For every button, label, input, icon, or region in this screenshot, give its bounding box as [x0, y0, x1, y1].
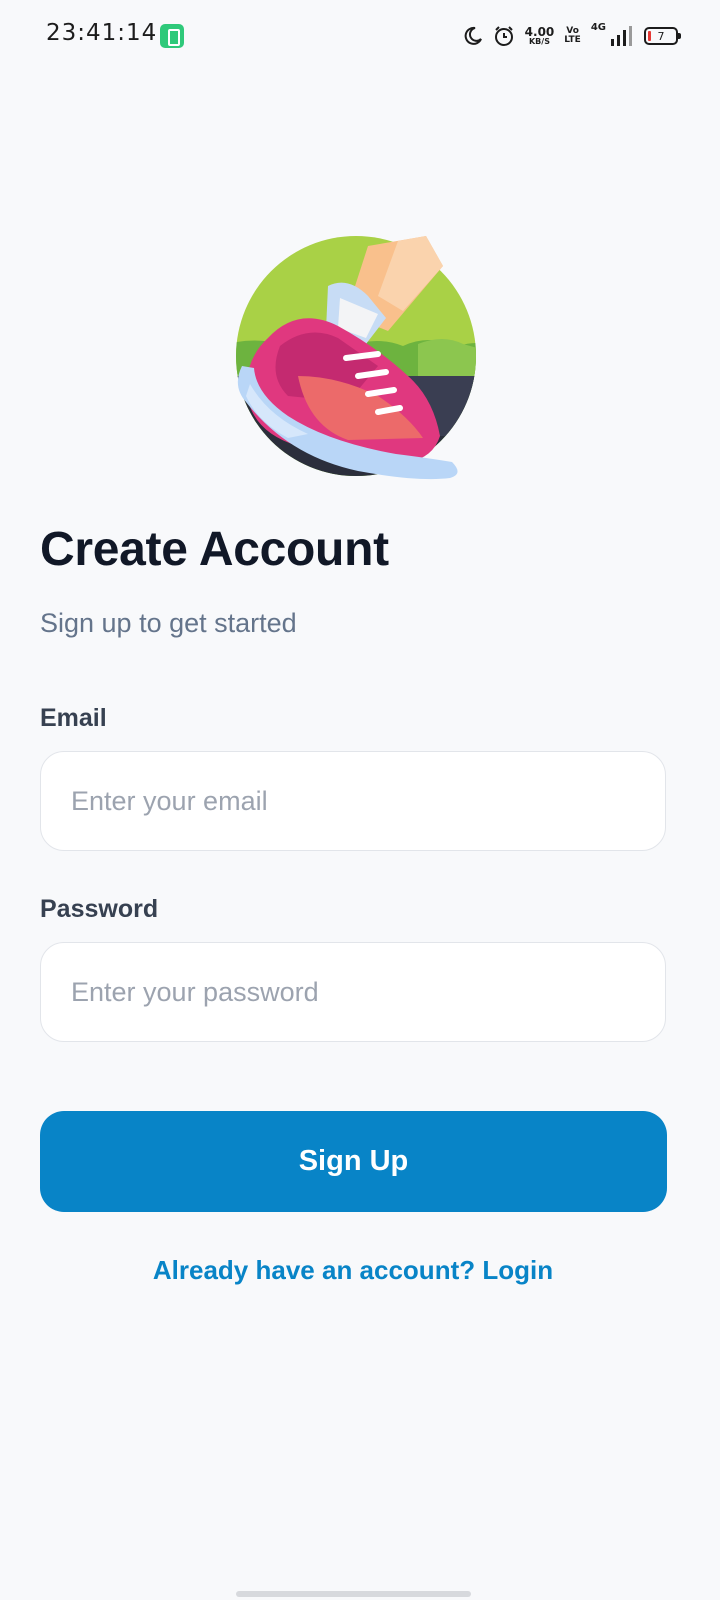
signal-icon — [611, 26, 632, 46]
alarm-icon — [494, 26, 513, 46]
volte-bottom: LTE — [564, 35, 581, 45]
running-shoe-illustration — [236, 236, 476, 480]
battery-icon: 7 — [644, 27, 681, 45]
page-title: Create Account — [40, 523, 389, 576]
network-type: 4G — [590, 22, 606, 33]
network-speed-unit: KB/S — [528, 37, 550, 46]
status-time: 23:41:14 — [46, 20, 158, 46]
password-label: Password — [40, 895, 159, 923]
sign-up-button[interactable]: Sign Up — [40, 1111, 667, 1212]
status-bar: 23:41:14 4.00 KB/S Vo LTE 4G 7 — [0, 0, 720, 72]
signup-screen: 23:41:14 4.00 KB/S Vo LTE 4G 7 Create Ac… — [0, 0, 720, 1600]
home-indicator[interactable] — [236, 1591, 471, 1597]
moon-icon — [464, 26, 482, 45]
app-notification-icon — [160, 24, 184, 48]
status-icons: 4.00 KB/S Vo LTE 4G 7 — [463, 22, 681, 50]
network-speed: 4.00 KB/S — [525, 26, 555, 46]
login-link[interactable]: Already have an account? Login — [0, 1255, 706, 1286]
battery-level: 7 — [657, 29, 665, 43]
page-subtitle: Sign up to get started — [40, 608, 297, 638]
email-field[interactable] — [40, 751, 666, 851]
volte-indicator: Vo LTE — [564, 27, 581, 45]
email-label: Email — [40, 704, 107, 732]
password-field[interactable] — [40, 942, 666, 1042]
